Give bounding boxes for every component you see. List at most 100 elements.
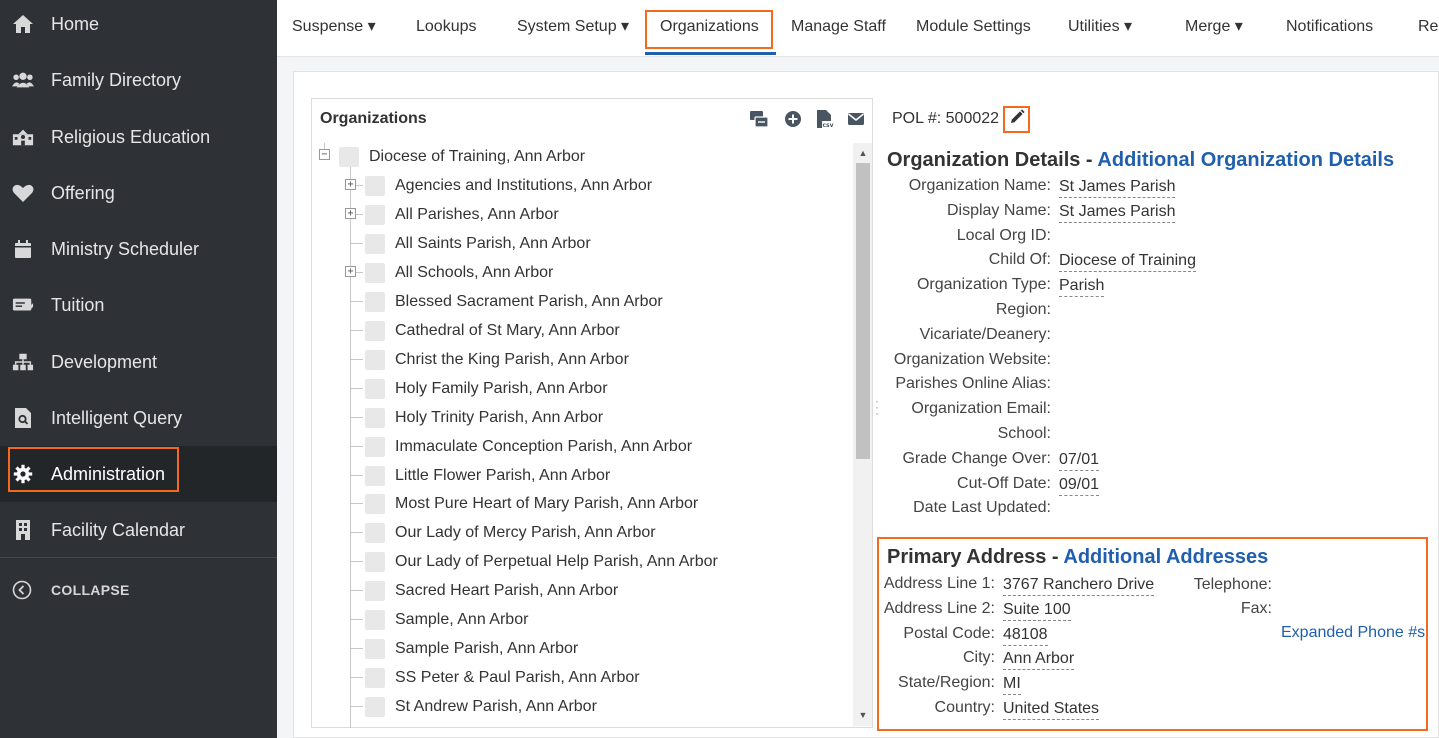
tree-checkbox[interactable]: [365, 552, 385, 572]
panel-splitter-handle[interactable]: · · ·: [874, 395, 880, 419]
sidebar-item-facility-calendar[interactable]: Facility Calendar: [0, 502, 277, 558]
field-label: Organization Email:: [911, 400, 1051, 417]
tree-checkbox[interactable]: [365, 494, 385, 514]
tree-checkbox[interactable]: [365, 176, 385, 196]
tree-checkbox[interactable]: [365, 639, 385, 659]
tree-item[interactable]: Most Pure Heart of Mary Parish, Ann Arbo…: [395, 492, 698, 516]
tree-checkbox[interactable]: [365, 292, 385, 312]
tree-root[interactable]: Diocese of Training, Ann Arbor: [369, 145, 585, 169]
tree-checkbox[interactable]: [365, 205, 385, 225]
transfer-icon[interactable]: [748, 109, 770, 129]
tree-checkbox[interactable]: [365, 668, 385, 688]
collapse-button[interactable]: COLLAPSE: [0, 575, 277, 605]
tree-checkbox[interactable]: [365, 523, 385, 543]
address-value[interactable]: 48108: [1003, 625, 1048, 646]
nav-reports[interactable]: Rep: [1418, 0, 1439, 54]
field-value[interactable]: St James Parish: [1059, 177, 1176, 198]
nav-lookups[interactable]: Lookups: [416, 0, 477, 54]
tree-checkbox[interactable]: [365, 408, 385, 428]
tree-item[interactable]: Agencies and Institutions, Ann Arbor: [395, 174, 652, 198]
csv-file-icon[interactable]: csv: [814, 109, 836, 129]
tree-item[interactable]: Sacred Heart Parish, Ann Arbor: [395, 579, 618, 603]
tree-checkbox[interactable]: [365, 581, 385, 601]
expand-node-icon[interactable]: +: [345, 179, 356, 190]
sidebar-item-intelligent-query[interactable]: Intelligent Query: [0, 390, 277, 446]
field-value[interactable]: Diocese of Training: [1059, 251, 1196, 272]
tree-item[interactable]: St Andrew Parish, Ann Arbor: [395, 695, 597, 719]
tree-item[interactable]: All Parishes, Ann Arbor: [395, 203, 559, 227]
users-icon: [12, 69, 34, 91]
tree-item[interactable]: Christ the King Parish, Ann Arbor: [395, 348, 629, 372]
field-value[interactable]: St James Parish: [1059, 202, 1176, 223]
expand-node-icon[interactable]: +: [345, 208, 356, 219]
tree-checkbox[interactable]: [365, 610, 385, 630]
expand-node-icon[interactable]: +: [345, 266, 356, 277]
sidebar-item-offering[interactable]: Offering: [0, 165, 277, 221]
collapse-node-icon[interactable]: −: [319, 149, 330, 160]
field-value[interactable]: Parish: [1059, 276, 1105, 297]
tree-checkbox[interactable]: [365, 437, 385, 457]
tree-checkbox[interactable]: [365, 697, 385, 717]
nav-suspense[interactable]: Suspense ▾: [292, 0, 376, 54]
tree-item[interactable]: Cathedral of St Mary, Ann Arbor: [395, 319, 620, 343]
tree-item[interactable]: All Saints Parish, Ann Arbor: [395, 232, 591, 256]
nav-module-settings[interactable]: Module Settings: [916, 0, 1031, 54]
scroll-up-icon[interactable]: ▲: [856, 146, 870, 160]
tree-connector: [351, 388, 363, 389]
pencil-icon: [1009, 109, 1025, 130]
edit-button[interactable]: [1003, 106, 1030, 133]
home-icon: [12, 13, 34, 35]
tree-item[interactable]: Blessed Sacrament Parish, Ann Arbor: [395, 290, 663, 314]
expanded-phone-link[interactable]: Expanded Phone #s: [1281, 624, 1425, 642]
tree-connector: [351, 243, 363, 244]
address-label: Country:: [934, 699, 995, 716]
address-value[interactable]: MI: [1003, 674, 1021, 695]
tree-item[interactable]: Sample Parish, Ann Arbor: [395, 637, 578, 661]
mail-icon[interactable]: [845, 109, 867, 129]
add-circle-icon[interactable]: [782, 109, 804, 129]
tree-item[interactable]: Immaculate Conception Parish, Ann Arbor: [395, 435, 692, 459]
sidebar-item-religious-education[interactable]: Religious Education: [0, 109, 277, 165]
nav-merge[interactable]: Merge ▾: [1185, 0, 1243, 54]
address-value[interactable]: United States: [1003, 699, 1100, 720]
tree-checkbox[interactable]: [339, 147, 359, 167]
nav-notifications[interactable]: Notifications: [1286, 0, 1373, 54]
tree-item[interactable]: Our Lady of Mercy Parish, Ann Arbor: [395, 521, 656, 545]
field-value[interactable]: 09/01: [1059, 475, 1100, 496]
tree-checkbox[interactable]: [365, 379, 385, 399]
tree-item[interactable]: All Schools, Ann Arbor: [395, 261, 553, 285]
tree-checkbox[interactable]: [365, 321, 385, 341]
sidebar-item-tuition[interactable]: Tuition: [0, 277, 277, 333]
nav-utilities[interactable]: Utilities ▾: [1068, 0, 1132, 54]
tree-item[interactable]: Holy Trinity Parish, Ann Arbor: [395, 406, 603, 430]
sidebar-item-development[interactable]: Development: [0, 334, 277, 390]
address-value[interactable]: 3767 Ranchero Drive: [1003, 575, 1155, 596]
additional-organization-details-link[interactable]: Additional Organization Details: [1097, 149, 1394, 171]
tree-checkbox[interactable]: [365, 263, 385, 283]
scroll-down-icon[interactable]: ▼: [856, 708, 870, 722]
tree-checkbox[interactable]: [365, 466, 385, 486]
field-value[interactable]: 07/01: [1059, 450, 1100, 471]
address-value[interactable]: Suite 100: [1003, 600, 1071, 621]
tree-item[interactable]: SS Peter & Paul Parish, Ann Arbor: [395, 666, 640, 690]
query-doc-icon: [12, 407, 34, 429]
tree-item[interactable]: Holy Family Parish, Ann Arbor: [395, 377, 608, 401]
nav-system-setup[interactable]: System Setup ▾: [517, 0, 629, 54]
tree-checkbox[interactable]: [365, 350, 385, 370]
address-value[interactable]: Ann Arbor: [1003, 649, 1075, 670]
field-label: Local Org ID:: [956, 227, 1051, 244]
tree-scrollbar-thumb[interactable]: [856, 163, 870, 459]
address-label: State/Region:: [898, 674, 995, 691]
sidebar-item-family-directory[interactable]: Family Directory: [0, 52, 277, 108]
tree-connector: [351, 330, 363, 331]
tree-connector: [351, 590, 363, 591]
nav-manage-staff[interactable]: Manage Staff: [791, 0, 886, 54]
tree-item[interactable]: Our Lady of Perpetual Help Parish, Ann A…: [395, 550, 718, 574]
sidebar-item-home[interactable]: Home: [0, 0, 277, 52]
additional-addresses-link[interactable]: Additional Addresses: [1063, 546, 1268, 568]
field-label: Vicariate/Deanery:: [919, 326, 1051, 343]
tree-checkbox[interactable]: [365, 234, 385, 254]
sidebar-item-ministry-scheduler[interactable]: Ministry Scheduler: [0, 221, 277, 277]
tree-item[interactable]: Little Flower Parish, Ann Arbor: [395, 464, 610, 488]
tree-item[interactable]: Sample, Ann Arbor: [395, 608, 528, 632]
